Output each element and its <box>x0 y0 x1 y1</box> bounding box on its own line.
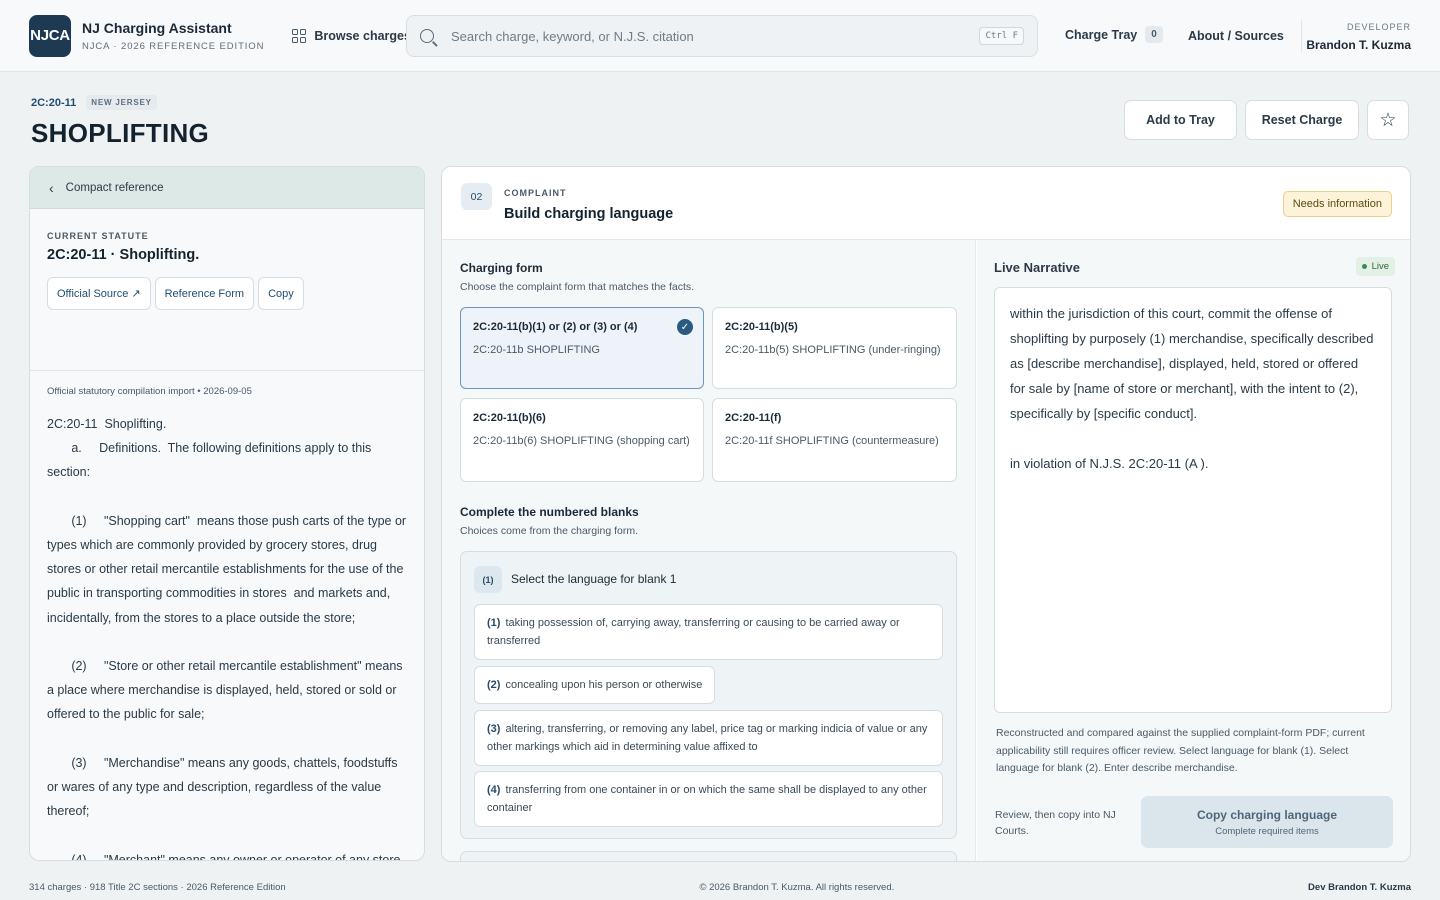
option-number: (3) <box>487 723 501 735</box>
form-description: 2C:20-11b(5) SHOPLIFTING (under-ringing) <box>725 344 941 356</box>
charging-form-option[interactable]: 2C:20-11(b)(5) 2C:20-11b(5) SHOPLIFTING … <box>712 307 957 389</box>
browse-charges-button[interactable]: Browse charges <box>292 28 411 43</box>
developer-name: Brandon T. Kuzma <box>1306 38 1411 52</box>
copy-statute-button[interactable]: Copy <box>258 277 304 310</box>
search-shortcut-hint: Ctrl F <box>979 27 1024 45</box>
current-statute-section: CURRENT STATUTE 2C:20-11 · Shoplifting. … <box>30 209 424 371</box>
form-code: 2C:20-11(b)(6) <box>473 412 546 424</box>
search-bar[interactable]: Ctrl F <box>406 15 1038 57</box>
compact-reference-label: Compact reference <box>65 181 164 194</box>
live-label: Live <box>1371 261 1389 272</box>
app-logo[interactable]: NJCA <box>29 14 71 57</box>
current-statute-label: CURRENT STATUTE <box>47 231 149 241</box>
chevron-left-icon: ‹ <box>49 179 54 196</box>
reference-actions: Official Source ↗ Reference Form Copy <box>47 277 407 310</box>
form-description: 2C:20-11f SHOPLIFTING (countermeasure) <box>725 435 939 447</box>
form-code: 2C:20-11(b)(5) <box>725 321 798 333</box>
app-title: NJ Charging Assistant <box>82 19 232 36</box>
blank-2-selector <box>460 851 957 861</box>
blanks-subtitle: Choices come from the charging form. <box>460 525 638 537</box>
live-narrative-title: Live Narrative <box>994 260 1080 275</box>
tray-count-badge: 0 <box>1145 26 1163 43</box>
search-input[interactable] <box>451 28 980 44</box>
review-note: Review, then copy into NJ Courts. <box>995 809 1116 837</box>
charge-tray-link[interactable]: Charge Tray 0 <box>1065 26 1163 43</box>
official-source-button[interactable]: Official Source ↗ <box>47 277 151 310</box>
state-badge: NEW JERSEY <box>86 95 157 110</box>
narrative-column: Live Narrative Live within the jurisdict… <box>977 240 1410 861</box>
copy-charging-language-button[interactable]: Copy charging language Complete required… <box>1141 796 1393 848</box>
form-code: 2C:20-11(b)(1) or (2) or (3) or (4) <box>473 321 638 333</box>
status-badge: Needs information <box>1282 191 1392 217</box>
copy-button-sublabel: Complete required items <box>1215 825 1319 837</box>
developer-label: DEVELOPER <box>1346 22 1411 32</box>
narrative-text[interactable]: within the jurisdiction of this court, c… <box>994 287 1392 713</box>
step-title: Build charging language <box>504 206 674 222</box>
footer-copyright: © 2026 Brandon T. Kuzma. All rights rese… <box>699 881 895 893</box>
search-icon <box>420 29 434 43</box>
live-dot-icon <box>1361 264 1367 269</box>
live-badge: Live <box>1355 257 1395 276</box>
builder-header: 02 COMPLAINT Build charging language Nee… <box>442 167 1410 240</box>
reset-charge-button[interactable]: Reset Charge <box>1245 100 1359 140</box>
statute-code: 2C:20-11 <box>31 96 77 109</box>
option-number: (2) <box>487 679 501 691</box>
compact-reference-toggle[interactable]: ‹ Compact reference <box>30 167 424 209</box>
blank-option[interactable]: (1) taking possession of, carrying away, … <box>474 604 943 660</box>
charging-form-subtitle: Choose the complaint form that matches t… <box>460 281 695 293</box>
blank-title: Select the language for blank 1 <box>511 572 677 586</box>
blank-number: (1) <box>474 566 502 593</box>
divider <box>1301 20 1302 52</box>
option-number: (4) <box>487 784 501 796</box>
charge-tray-label: Charge Tray <box>1065 27 1138 42</box>
footer: 314 charges · 918 Title 2C sections · 20… <box>0 874 1440 900</box>
check-icon: ✓ <box>677 319 693 335</box>
copy-button-label: Copy charging language <box>1196 807 1337 822</box>
import-note: Official statutory compilation import • … <box>47 386 252 397</box>
reference-form-button[interactable]: Reference Form <box>154 277 255 310</box>
form-column: Charging form Choose the complaint form … <box>442 240 976 861</box>
option-text: altering, transferring, or removing any … <box>487 723 928 753</box>
charging-form-option[interactable]: 2C:20-11(f) 2C:20-11f SHOPLIFTING (count… <box>712 398 957 482</box>
step-number: 02 <box>461 183 492 210</box>
option-text: taking possession of, carrying away, tra… <box>487 617 900 647</box>
charging-form-option[interactable]: 2C:20-11(b)(6) 2C:20-11b(6) SHOPLIFTING … <box>460 398 704 482</box>
option-text: transferring from one container in or on… <box>487 784 927 814</box>
form-description: 2C:20-11b(6) SHOPLIFTING (shopping cart) <box>473 435 690 447</box>
charging-form-title: Charging form <box>460 261 543 275</box>
form-code: 2C:20-11(f) <box>725 412 782 424</box>
blank-option[interactable]: (4) transferring from one container in or… <box>474 771 943 827</box>
footer-stats: 314 charges · 918 Title 2C sections · 20… <box>29 881 286 893</box>
grid-icon <box>292 28 307 43</box>
developer-info: DEVELOPER Brandon T. Kuzma <box>1306 22 1411 52</box>
step-label: COMPLAINT <box>504 188 567 198</box>
browse-charges-label: Browse charges <box>314 28 411 43</box>
option-text: concealing upon his person or otherwise <box>505 679 703 691</box>
add-to-tray-button[interactable]: Add to Tray <box>1124 100 1237 140</box>
app-subtitle: NJCA · 2026 REFERENCE EDITION <box>82 40 265 52</box>
option-number: (1) <box>487 617 501 629</box>
brand: NJ Charging Assistant NJCA · 2026 REFERE… <box>82 20 264 52</box>
blank-1-selector: (1) Select the language for blank 1 (1) t… <box>460 551 957 839</box>
statute-text: 2C:20-11 Shoplifting. a. Definitions. Th… <box>47 417 407 861</box>
statute-tag: 2C:20-11 NEW JERSEY <box>31 95 157 110</box>
reconstruction-note: Reconstructed and compared against the s… <box>996 727 1365 774</box>
footer-developer: Dev Brandon T. Kuzma <box>1308 881 1411 893</box>
page-title: SHOPLIFTING <box>31 118 210 148</box>
charging-form-option[interactable]: 2C:20-11(b)(1) or (2) or (3) or (4) 2C:2… <box>460 307 704 389</box>
current-statute-title: 2C:20-11 · Shoplifting. <box>47 247 200 263</box>
form-description: 2C:20-11b SHOPLIFTING <box>473 344 600 356</box>
about-sources-link[interactable]: About / Sources <box>1188 29 1284 43</box>
builder-panel: 02 COMPLAINT Build charging language Nee… <box>441 166 1411 862</box>
reference-panel: ‹ Compact reference CURRENT STATUTE 2C:2… <box>29 166 425 861</box>
blank-option[interactable]: (2) concealing upon his person or otherwi… <box>474 666 716 704</box>
star-icon[interactable]: ☆ <box>1367 100 1409 140</box>
blanks-title: Complete the numbered blanks <box>460 505 639 519</box>
blank-option[interactable]: (3) altering, transferring, or removing a… <box>474 710 943 766</box>
